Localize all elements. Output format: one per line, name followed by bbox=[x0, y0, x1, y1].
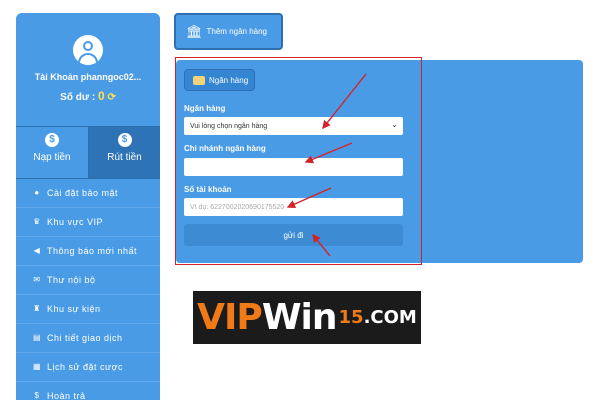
vipwin-logo: VIP Win 15 .COM bbox=[193, 291, 421, 344]
logo-text-win: Win bbox=[261, 297, 338, 338]
sidebar-menu: ● Cài đặt bảo mật ♛ Khu vực VIP ◀ Thông … bbox=[16, 178, 160, 400]
wallet-actions: $ Nạp tiền $ Rút tiền bbox=[16, 126, 160, 179]
add-bank-label: Thêm ngân hàng bbox=[206, 27, 268, 36]
branch-label: Chi nhánh ngân hàng bbox=[184, 144, 266, 153]
submit-button[interactable]: gửi đi bbox=[184, 224, 403, 246]
history-icon: ▦ bbox=[32, 362, 42, 371]
balance-label: Số dư : bbox=[60, 92, 96, 103]
logo-text-num: 15 bbox=[338, 307, 364, 328]
mail-icon: ✉ bbox=[33, 275, 41, 284]
chevron-down-icon: ⌄ bbox=[391, 120, 398, 129]
sidebar-item-label: Chi tiết giao dịch bbox=[47, 333, 123, 343]
deposit-label: Nạp tiền bbox=[33, 152, 71, 163]
sidebar-item-vip[interactable]: ♛ Khu vực VIP bbox=[16, 208, 160, 237]
bank-select-value: Vui lòng chọn ngân hàng bbox=[190, 122, 268, 130]
bank-icon: 🏛 bbox=[186, 23, 203, 39]
sidebar-item-bet-history[interactable]: ▦ Lịch sử đặt cược bbox=[16, 353, 160, 382]
refresh-icon[interactable]: ⟳ bbox=[107, 92, 115, 103]
sidebar-item-events[interactable]: ♜ Khu sự kiện bbox=[16, 295, 160, 324]
bank-select[interactable]: Vui lòng chọn ngân hàng ⌄ bbox=[184, 117, 403, 135]
account-number-input[interactable] bbox=[184, 198, 403, 216]
sidebar-item-label: Thông báo mới nhất bbox=[47, 246, 137, 256]
branch-input[interactable] bbox=[184, 158, 403, 176]
submit-label: gửi đi bbox=[283, 230, 304, 240]
page: Tài Khoản phanngoc02... Số dư : 0 ⟳ $ Nạ… bbox=[0, 0, 600, 400]
card-icon bbox=[193, 75, 205, 85]
logo-text-com: .COM bbox=[363, 307, 417, 328]
avatar-icon[interactable] bbox=[73, 35, 103, 65]
account-number-label: Số tài khoản bbox=[184, 185, 232, 194]
user-lock-icon: ● bbox=[34, 188, 40, 197]
trophy-icon: ♜ bbox=[33, 304, 41, 313]
megaphone-icon: ◀ bbox=[33, 246, 41, 255]
sidebar-item-notifications[interactable]: ◀ Thông báo mới nhất bbox=[16, 237, 160, 266]
bank-tab-chip[interactable]: Ngân hàng bbox=[184, 69, 255, 91]
sidebar-item-label: Thư nội bộ bbox=[47, 275, 96, 285]
add-bank-button[interactable]: 🏛 Thêm ngân hàng bbox=[174, 13, 283, 50]
sidebar-item-inbox[interactable]: ✉ Thư nội bộ bbox=[16, 266, 160, 295]
withdraw-label: Rút tiền bbox=[107, 152, 142, 163]
sidebar-item-security[interactable]: ● Cài đặt bảo mật bbox=[16, 179, 160, 208]
account-name: Tài Khoản phanngoc02... bbox=[34, 72, 142, 82]
balance-value: 0 bbox=[97, 89, 105, 103]
bank-label: Ngân hàng bbox=[184, 104, 226, 113]
crown-icon: ♛ bbox=[33, 217, 41, 226]
logo-text-vip: VIP bbox=[197, 297, 263, 338]
refund-icon: $ bbox=[34, 391, 40, 400]
deposit-button[interactable]: $ Nạp tiền bbox=[16, 127, 88, 179]
withdraw-icon: $ bbox=[117, 133, 132, 147]
deposit-icon: $ bbox=[45, 133, 59, 147]
clipboard-icon: ▤ bbox=[32, 333, 42, 342]
sidebar-item-label: Cài đặt bảo mật bbox=[47, 188, 119, 198]
sidebar-item-refund[interactable]: $ Hoàn trả bbox=[16, 382, 160, 400]
withdraw-button[interactable]: $ Rút tiền bbox=[88, 127, 160, 179]
sidebar-item-transactions[interactable]: ▤ Chi tiết giao dịch bbox=[16, 324, 160, 353]
sidebar-item-label: Lịch sử đặt cược bbox=[47, 362, 123, 372]
sidebar-item-label: Khu vực VIP bbox=[47, 217, 104, 227]
sidebar-item-label: Hoàn trả bbox=[47, 391, 86, 400]
balance: Số dư : 0 ⟳ bbox=[16, 89, 160, 103]
sidebar: Tài Khoản phanngoc02... Số dư : 0 ⟳ $ Nạ… bbox=[16, 13, 160, 400]
sidebar-item-label: Khu sự kiện bbox=[47, 304, 101, 314]
bank-chip-label: Ngân hàng bbox=[209, 75, 249, 85]
